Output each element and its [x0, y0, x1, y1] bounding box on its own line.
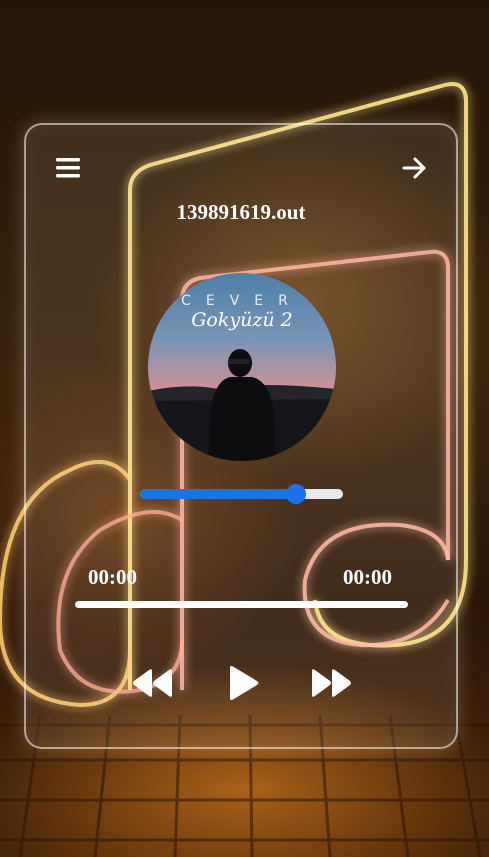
current-time: 00:00: [88, 565, 137, 589]
volume-fill: [140, 489, 297, 499]
rewind-icon[interactable]: [132, 667, 174, 699]
cover-text-top: CEVER: [181, 293, 303, 309]
arrow-right-icon[interactable]: [402, 156, 428, 180]
cover-text-sub: Gokyüzü 2: [191, 309, 293, 331]
menu-icon[interactable]: [56, 157, 80, 179]
volume-thumb[interactable]: [286, 484, 307, 504]
player-card: 139891619.out CEVER Gokyüzü 2 00:00 00:0…: [24, 123, 458, 749]
duration-time: 00:00: [343, 565, 392, 589]
album-cover: CEVER Gokyüzü 2: [148, 273, 336, 461]
play-icon[interactable]: [226, 665, 260, 701]
progress-bar[interactable]: [75, 601, 408, 608]
fast-forward-icon[interactable]: [310, 667, 352, 699]
volume-slider[interactable]: [140, 484, 343, 504]
track-title: 139891619.out: [176, 200, 306, 224]
